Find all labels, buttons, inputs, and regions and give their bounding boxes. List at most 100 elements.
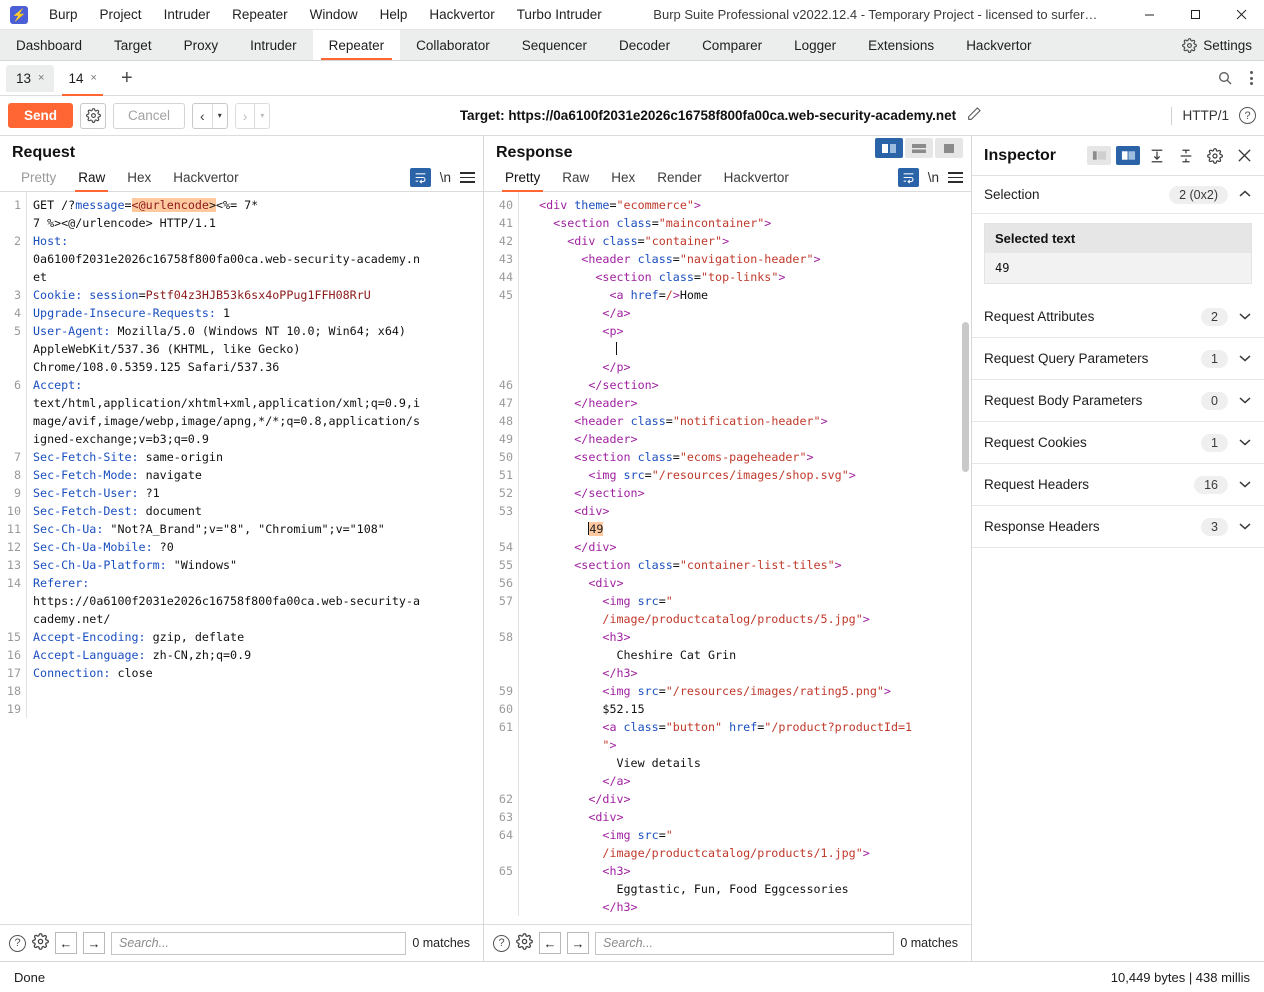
panel-left-icon[interactable] [1087,146,1111,165]
code-line[interactable]: <div> [525,574,967,592]
code-line[interactable]: mage/avif,image/webp,image/apng,*/*;q=0.… [33,412,479,430]
chevron-down-icon[interactable]: ▾ [255,111,269,120]
settings-button[interactable]: Settings [1174,30,1264,60]
repeater-tab-13[interactable]: 13 × [6,64,55,92]
code-line[interactable]: 0a6100f2031e2026c16758f800fa00ca.web-sec… [33,250,479,268]
repeater-tab-14[interactable]: 14 × [58,64,107,96]
code-line[interactable]: Cheshire Cat Grin [525,646,967,664]
arrow-right-icon[interactable]: → [567,932,589,954]
code-line[interactable]: <a href=/>Home [525,286,967,304]
code-line[interactable]: <img src=" [525,826,967,844]
code-line[interactable]: 49 [525,520,967,538]
code-line[interactable]: </h3> [525,898,967,916]
code-line[interactable]: et [33,268,479,286]
code-line[interactable]: GET /?message=<@urlencode><%= 7* [33,196,479,214]
response-scrollbar[interactable] [962,322,969,472]
code-line[interactable]: </div> [525,790,967,808]
code-line[interactable]: <header class="notification-header"> [525,412,967,430]
expand-all-icon[interactable] [1145,145,1169,167]
response-tab-hackvertor[interactable]: Hackvertor [713,164,800,192]
newline-toggle[interactable]: \n [431,170,460,185]
menu-item-turbo-intruder[interactable]: Turbo Intruder [506,3,613,26]
tab-dashboard[interactable]: Dashboard [0,30,98,60]
code-line[interactable]: Sec-Fetch-Mode: navigate [33,466,479,484]
code-line[interactable] [525,340,967,358]
maximize-button[interactable] [1172,0,1218,30]
question-mark-icon[interactable]: ? [1239,107,1256,124]
response-tab-render[interactable]: Render [646,164,712,192]
menu-item-project[interactable]: Project [89,3,153,26]
response-tab-hex[interactable]: Hex [600,164,646,192]
response-editor[interactable]: 40 41 42 43 44 45 46 47 48 49 50 51 52 53 54 55 56 57 58 59… [484,192,971,924]
code-line[interactable]: <img src=" [525,592,967,610]
code-line[interactable]: Cookie: session=Pstf04z3HJB53k6sx4oPPug1… [33,286,479,304]
code-line[interactable]: Accept-Language: zh-CN,zh;q=0.9 [33,646,479,664]
request-tab-hackvertor[interactable]: Hackvertor [162,164,249,192]
code-line[interactable]: Host: [33,232,479,250]
hamburger-icon[interactable] [948,172,963,183]
code-line[interactable]: <h3> [525,628,967,646]
menu-item-hackvertor[interactable]: Hackvertor [418,3,505,26]
chevron-down-icon[interactable]: ▾ [213,111,227,120]
tab-sequencer[interactable]: Sequencer [506,30,603,60]
tab-extensions[interactable]: Extensions [852,30,950,60]
code-line[interactable]: Referer: [33,574,479,592]
close-icon[interactable]: × [38,72,44,84]
code-line[interactable]: <section class="maincontainer"> [525,214,967,232]
code-line[interactable]: <img src="/resources/images/shop.svg"> [525,466,967,484]
code-line[interactable]: Connection: close [33,664,479,682]
code-line[interactable]: <h3> [525,862,967,880]
code-line[interactable]: Eggtastic, Fun, Food Eggcessories [525,880,967,898]
code-line[interactable]: <div> [525,808,967,826]
close-button[interactable] [1218,0,1264,30]
single-pane-icon[interactable] [935,138,963,158]
code-line[interactable]: <section class="top-links"> [525,268,967,286]
menu-item-repeater[interactable]: Repeater [221,3,299,26]
back-button-group[interactable]: ‹ ▾ [192,102,228,129]
code-line[interactable]: </a> [525,772,967,790]
chevron-down-icon[interactable] [1238,395,1252,407]
code-line[interactable]: </p> [525,358,967,376]
code-line[interactable]: </section> [525,376,967,394]
code-line[interactable]: <a class="button" href="/product?product… [525,718,967,736]
tab-decoder[interactable]: Decoder [603,30,686,60]
word-wrap-icon[interactable] [897,168,919,187]
menu-item-help[interactable]: Help [369,3,419,26]
send-button[interactable]: Send [8,103,74,128]
tab-comparer[interactable]: Comparer [686,30,778,60]
code-line[interactable]: igned-exchange;v=b3;q=0.9 [33,430,479,448]
chevron-down-icon[interactable] [1238,521,1252,533]
code-line[interactable]: </header> [525,394,967,412]
inspector-section-response-headers[interactable]: Response Headers 3 [972,506,1264,548]
code-line[interactable]: User-Agent: Mozilla/5.0 (Windows NT 10.0… [33,322,479,340]
tab-hackvertor[interactable]: Hackvertor [950,30,1047,60]
code-line[interactable]: <img src="/resources/images/rating5.png"… [525,682,967,700]
tab-logger[interactable]: Logger [778,30,852,60]
arrow-left-icon[interactable]: ← [55,932,77,954]
code-line[interactable]: Accept-Encoding: gzip, deflate [33,628,479,646]
chevron-down-icon[interactable] [1238,437,1252,449]
code-line[interactable]: Sec-Fetch-Site: same-origin [33,448,479,466]
request-tab-pretty[interactable]: Pretty [10,164,67,192]
response-code-lines[interactable]: <div theme="ecommerce"> <section class="… [518,192,971,916]
code-line[interactable]: https://0a6100f2031e2026c16758f800fa00ca… [33,592,479,610]
code-line[interactable]: AppleWebKit/537.36 (KHTML, like Gecko) [33,340,479,358]
inspector-section-request-query-parameters[interactable]: Request Query Parameters 1 [972,338,1264,380]
code-line[interactable]: <section class="ecoms-pageheader"> [525,448,967,466]
request-editor[interactable]: 1 2 3 4 5 6 7 8 9 10 11 12 13 14 15 16 17 18 19 GET /?mess… [0,192,483,924]
gear-icon[interactable] [32,933,49,953]
pencil-icon[interactable] [966,106,982,126]
request-code-lines[interactable]: GET /?message=<@urlencode><%= 7* 7 %><@/u… [26,192,483,718]
chevron-down-icon[interactable] [1238,353,1252,365]
tab-target[interactable]: Target [98,30,168,60]
code-line[interactable]: Upgrade-Insecure-Requests: 1 [33,304,479,322]
tab-intruder[interactable]: Intruder [234,30,313,60]
code-line[interactable]: </section> [525,484,967,502]
code-line[interactable]: "> [525,736,967,754]
forward-arrow-icon[interactable]: › [236,108,255,124]
code-line[interactable]: 7 %><@/urlencode> HTTP/1.1 [33,214,479,232]
panel-right-icon[interactable] [1116,146,1140,165]
inspector-section-request-cookies[interactable]: Request Cookies 1 [972,422,1264,464]
inspector-section-request-attributes[interactable]: Request Attributes 2 [972,296,1264,338]
code-line[interactable]: Sec-Fetch-User: ?1 [33,484,479,502]
